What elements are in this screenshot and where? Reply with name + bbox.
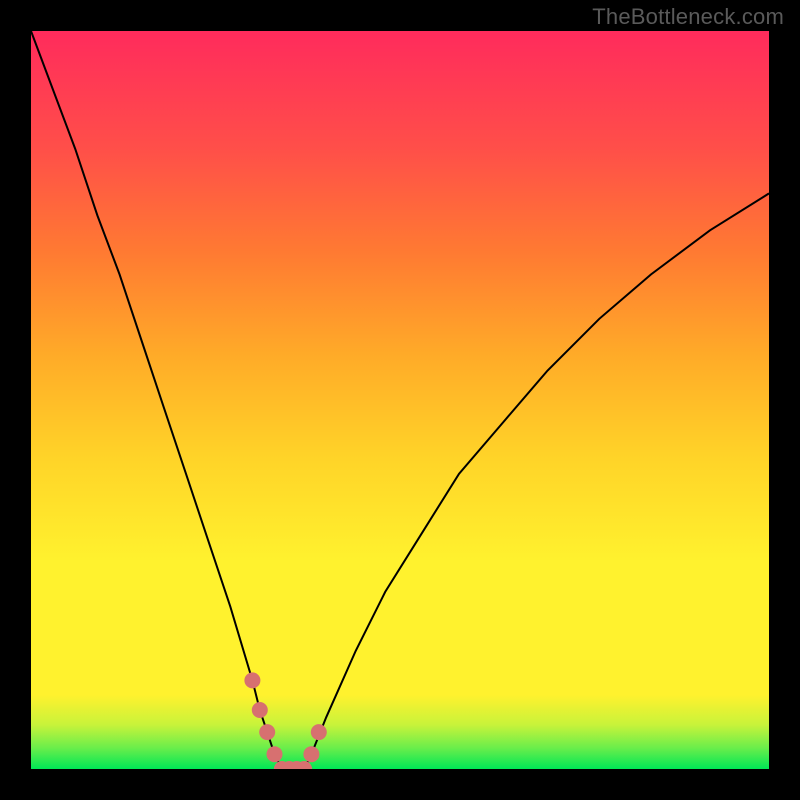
highlight-dot	[259, 724, 275, 740]
curve-right-branch	[304, 193, 769, 769]
highlight-dot	[311, 724, 327, 740]
plot-area	[31, 31, 769, 769]
curve-left-branch	[31, 31, 282, 769]
highlight-dot	[303, 746, 319, 762]
valley-highlight	[244, 672, 326, 769]
chart-frame: TheBottleneck.com	[0, 0, 800, 800]
watermark-text: TheBottleneck.com	[592, 4, 784, 30]
highlight-dot	[252, 702, 268, 718]
highlight-dot	[267, 746, 283, 762]
bottleneck-curve	[31, 31, 769, 769]
highlight-dot	[244, 672, 260, 688]
